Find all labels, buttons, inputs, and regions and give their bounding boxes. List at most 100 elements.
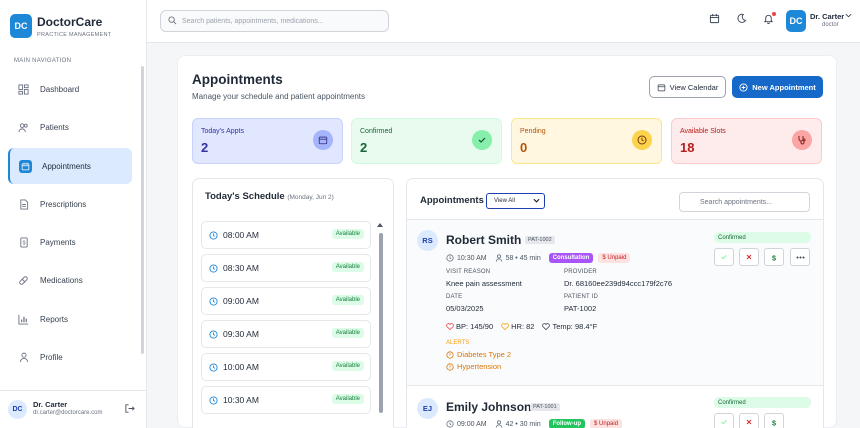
heart-icon <box>501 323 509 330</box>
dark-mode-icon[interactable] <box>736 13 747 26</box>
time-slot[interactable]: 10:00 AM Available <box>201 353 371 381</box>
sidebar-item-appointments[interactable]: Appointments <box>8 148 132 184</box>
dashboard-icon <box>17 83 30 96</box>
time-slot[interactable]: 08:30 AM Available <box>201 254 371 282</box>
check-icon <box>721 420 727 425</box>
sidebar-item-label: Patients <box>40 122 69 132</box>
calendar-icon[interactable] <box>709 13 720 26</box>
appointment-time: 09:00 AM <box>457 420 487 428</box>
svg-text:$: $ <box>22 240 25 246</box>
chevron-down-icon[interactable] <box>845 12 852 21</box>
topbar: Search patients, appointments, medicatio… <box>147 0 860 43</box>
user-name[interactable]: Dr. Carter <box>810 12 844 21</box>
heart-icon <box>446 323 454 330</box>
avatar[interactable]: DC <box>786 10 806 32</box>
appointments-panel: Appointments View All Search appointment… <box>406 178 824 428</box>
clock-icon <box>446 420 454 428</box>
clock-icon <box>209 362 218 372</box>
time-info: 09:00 AM <box>446 420 487 428</box>
app-logo[interactable]: DC <box>10 14 32 38</box>
check-icon <box>721 255 727 260</box>
alert-icon <box>446 362 454 371</box>
patient-name[interactable]: Emily Johnson <box>446 400 531 414</box>
stat-card-confirmed: Confirmed 2 <box>351 118 502 164</box>
stat-value: 2 <box>201 140 209 155</box>
sidebar-item-label: Reports <box>40 314 69 324</box>
time-slot[interactable]: 08:00 AM Available <box>201 221 371 249</box>
sidebar-item-medications[interactable]: Medications <box>8 262 132 298</box>
field-label: DATE <box>446 294 463 300</box>
filter-select[interactable]: View All <box>486 193 545 209</box>
slot-time: 09:30 AM <box>223 329 259 339</box>
schedule-scrollbar[interactable] <box>379 233 383 413</box>
notification-dot <box>772 12 776 16</box>
alerts-label: ALERTS <box>446 340 470 346</box>
clock-icon <box>446 254 454 262</box>
page-subtitle: Manage your schedule and patient appoint… <box>192 92 366 101</box>
cancel-button[interactable] <box>739 413 759 428</box>
stat-value: 18 <box>680 140 695 155</box>
close-icon <box>746 254 752 260</box>
time-slot[interactable]: 10:30 AM Available <box>201 386 371 414</box>
time-slot[interactable]: 09:30 AM Available <box>201 320 371 348</box>
clock-icon <box>209 230 218 240</box>
sidebar-item-payments[interactable]: $ Payments <box>8 224 132 260</box>
schedule-title: Today's Schedule (Monday, Jun 2) <box>205 191 334 202</box>
search-placeholder: Search patients, appointments, medicatio… <box>182 17 324 25</box>
payment-button[interactable]: $ <box>764 413 784 428</box>
sidebar-item-label: Payments <box>40 237 76 247</box>
more-icon <box>796 256 804 258</box>
provider: Dr. 68160ee239d94ccc179f2c76 <box>564 279 673 288</box>
sidebar-item-patients[interactable]: Patients <box>8 109 132 145</box>
sidebar-item-profile[interactable]: Profile <box>8 339 132 375</box>
appointment-card[interactable]: RS Robert Smith PAT-1002 10:30 AM 58 • 4… <box>407 219 823 385</box>
appointment-date: 05/03/2025 <box>446 304 484 313</box>
appointment-duration: 58 • 45 min <box>505 254 541 262</box>
clock-icon <box>209 395 218 405</box>
slot-time: 10:30 AM <box>223 395 259 405</box>
hr-vital: HR: 82 <box>501 322 534 331</box>
user-icon <box>495 420 502 428</box>
pill-icon <box>17 274 30 287</box>
clock-icon <box>209 296 218 306</box>
alert-item: Hypertension <box>446 362 501 371</box>
appointment-duration: 42 • 30 min <box>505 420 541 428</box>
global-search-input[interactable]: Search patients, appointments, medicatio… <box>160 10 389 32</box>
view-calendar-button[interactable]: View Calendar <box>649 76 726 98</box>
clock-icon <box>209 329 218 339</box>
alert-icon <box>446 350 454 359</box>
slot-time: 08:00 AM <box>223 230 259 240</box>
sidebar-scrollbar[interactable] <box>141 66 144 354</box>
stat-label: Available Slots <box>680 128 726 135</box>
more-button[interactable] <box>790 248 810 266</box>
slot-status-badge: Available <box>331 328 364 338</box>
cancel-button[interactable] <box>739 248 759 266</box>
avatar[interactable]: DC <box>8 400 27 419</box>
appointments-search-input[interactable]: Search appointments... <box>679 192 810 212</box>
confirm-button[interactable] <box>714 413 734 428</box>
logout-icon[interactable] <box>124 403 135 416</box>
slot-time: 09:00 AM <box>223 296 259 306</box>
stat-label: Confirmed <box>360 128 393 135</box>
stat-value: 0 <box>520 140 528 155</box>
status-badge: Confirmed <box>714 397 811 408</box>
dollar-icon: $ <box>772 253 776 262</box>
sidebar-item-reports[interactable]: Reports <box>8 301 132 337</box>
payment-button[interactable]: $ <box>764 248 784 266</box>
check-icon <box>472 130 492 150</box>
scroll-up-arrow[interactable] <box>377 223 383 227</box>
confirm-button[interactable] <box>714 248 734 266</box>
patient-name[interactable]: Robert Smith <box>446 233 521 247</box>
thermometer-icon <box>542 323 551 330</box>
type-badge: Consultation <box>548 253 594 263</box>
user-email: dr.carter@doctorcare.com <box>33 410 103 416</box>
temp-vital: Temp: 98.4°F <box>542 322 597 331</box>
patient-id-badge: PAT-1001 <box>530 403 560 411</box>
sidebar-item-prescriptions[interactable]: Prescriptions <box>8 186 132 222</box>
sidebar-item-label: Prescriptions <box>40 199 87 209</box>
new-appointment-button[interactable]: New Appointment <box>732 76 823 98</box>
sidebar-item-dashboard[interactable]: Dashboard <box>8 71 132 107</box>
appointment-card[interactable]: EJ Emily Johnson PAT-1001 09:00 AM 42 • … <box>407 385 823 428</box>
avatar: RS <box>417 230 438 251</box>
time-slot[interactable]: 09:00 AM Available <box>201 287 371 315</box>
